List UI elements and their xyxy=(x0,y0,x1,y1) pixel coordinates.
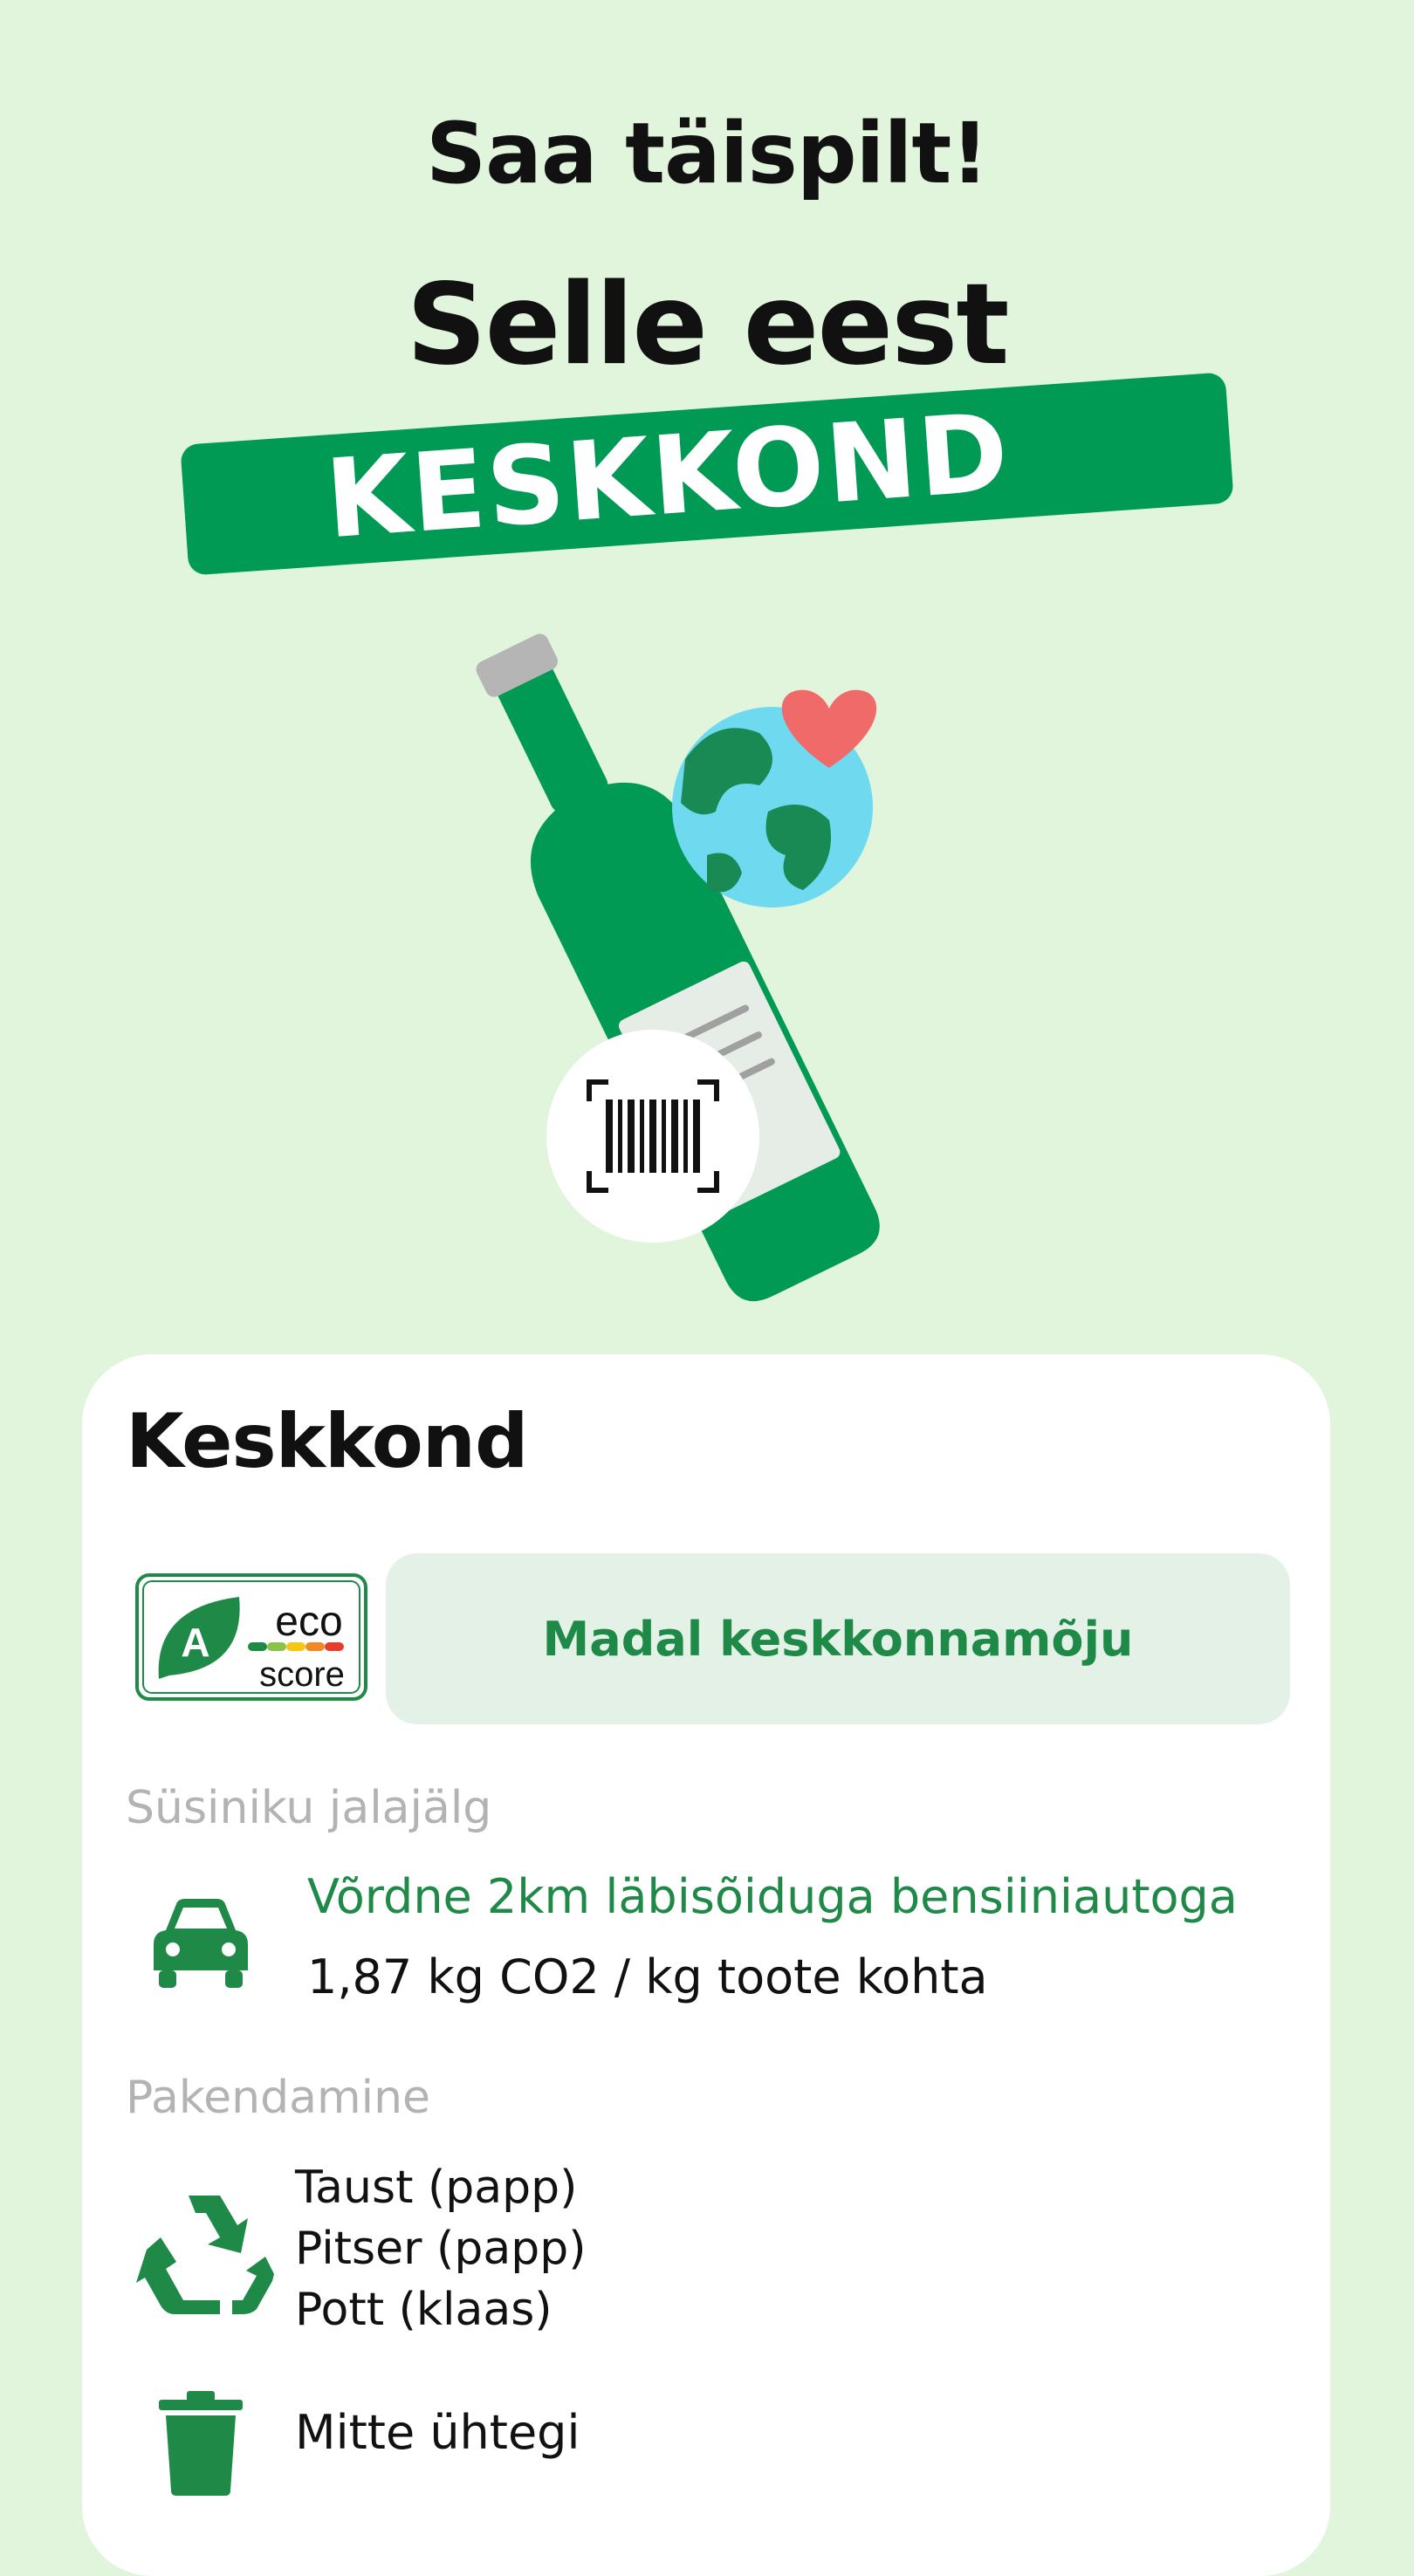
packaging-item: Pitser (papp) xyxy=(295,2223,587,2275)
trash-icon xyxy=(159,2391,243,2496)
recycle-icon xyxy=(136,2196,274,2314)
hero-subtitle: Selle eest xyxy=(406,260,1009,390)
carbon-label: Süsiniku jalajälg xyxy=(126,1782,492,1834)
eco-score-leaf-icon: A eco score xyxy=(135,1573,367,1701)
eco-word: eco xyxy=(275,1599,342,1645)
packaging-item: Pott (klaas) xyxy=(295,2284,553,2336)
packaging-item: Taust (papp) xyxy=(295,2162,578,2214)
environment-card: Keskkond A eco score Madal keskkonnamõju… xyxy=(82,1354,1330,2576)
carbon-equivalent: Võrdne 2km läbisõiduga bensiiniautoga xyxy=(307,1869,1238,1924)
score-word: score xyxy=(259,1655,345,1694)
carbon-value: 1,87 kg CO2 / kg toote kohta xyxy=(307,1949,988,2004)
hero-banner: KESKKOND xyxy=(180,372,1234,576)
eco-grade: A xyxy=(181,1620,209,1665)
packaging-label: Pakendamine xyxy=(126,2072,431,2124)
hero-title: Saa täispilt! xyxy=(425,105,989,202)
bottle-illustration xyxy=(476,634,880,1302)
barcode-scan-icon xyxy=(546,1030,759,1243)
hero-banner-label: KESKKOND xyxy=(321,389,1014,564)
card-title: Keskkond xyxy=(126,1398,529,1485)
car-icon xyxy=(154,1899,248,1988)
impact-pill: Madal keskkonnamõju xyxy=(386,1553,1290,1724)
non-recyclable-value: Mitte ühtegi xyxy=(295,2405,580,2460)
packaging-list: Taust (papp) Pitser (papp) Pott (klaas) xyxy=(295,2157,587,2340)
